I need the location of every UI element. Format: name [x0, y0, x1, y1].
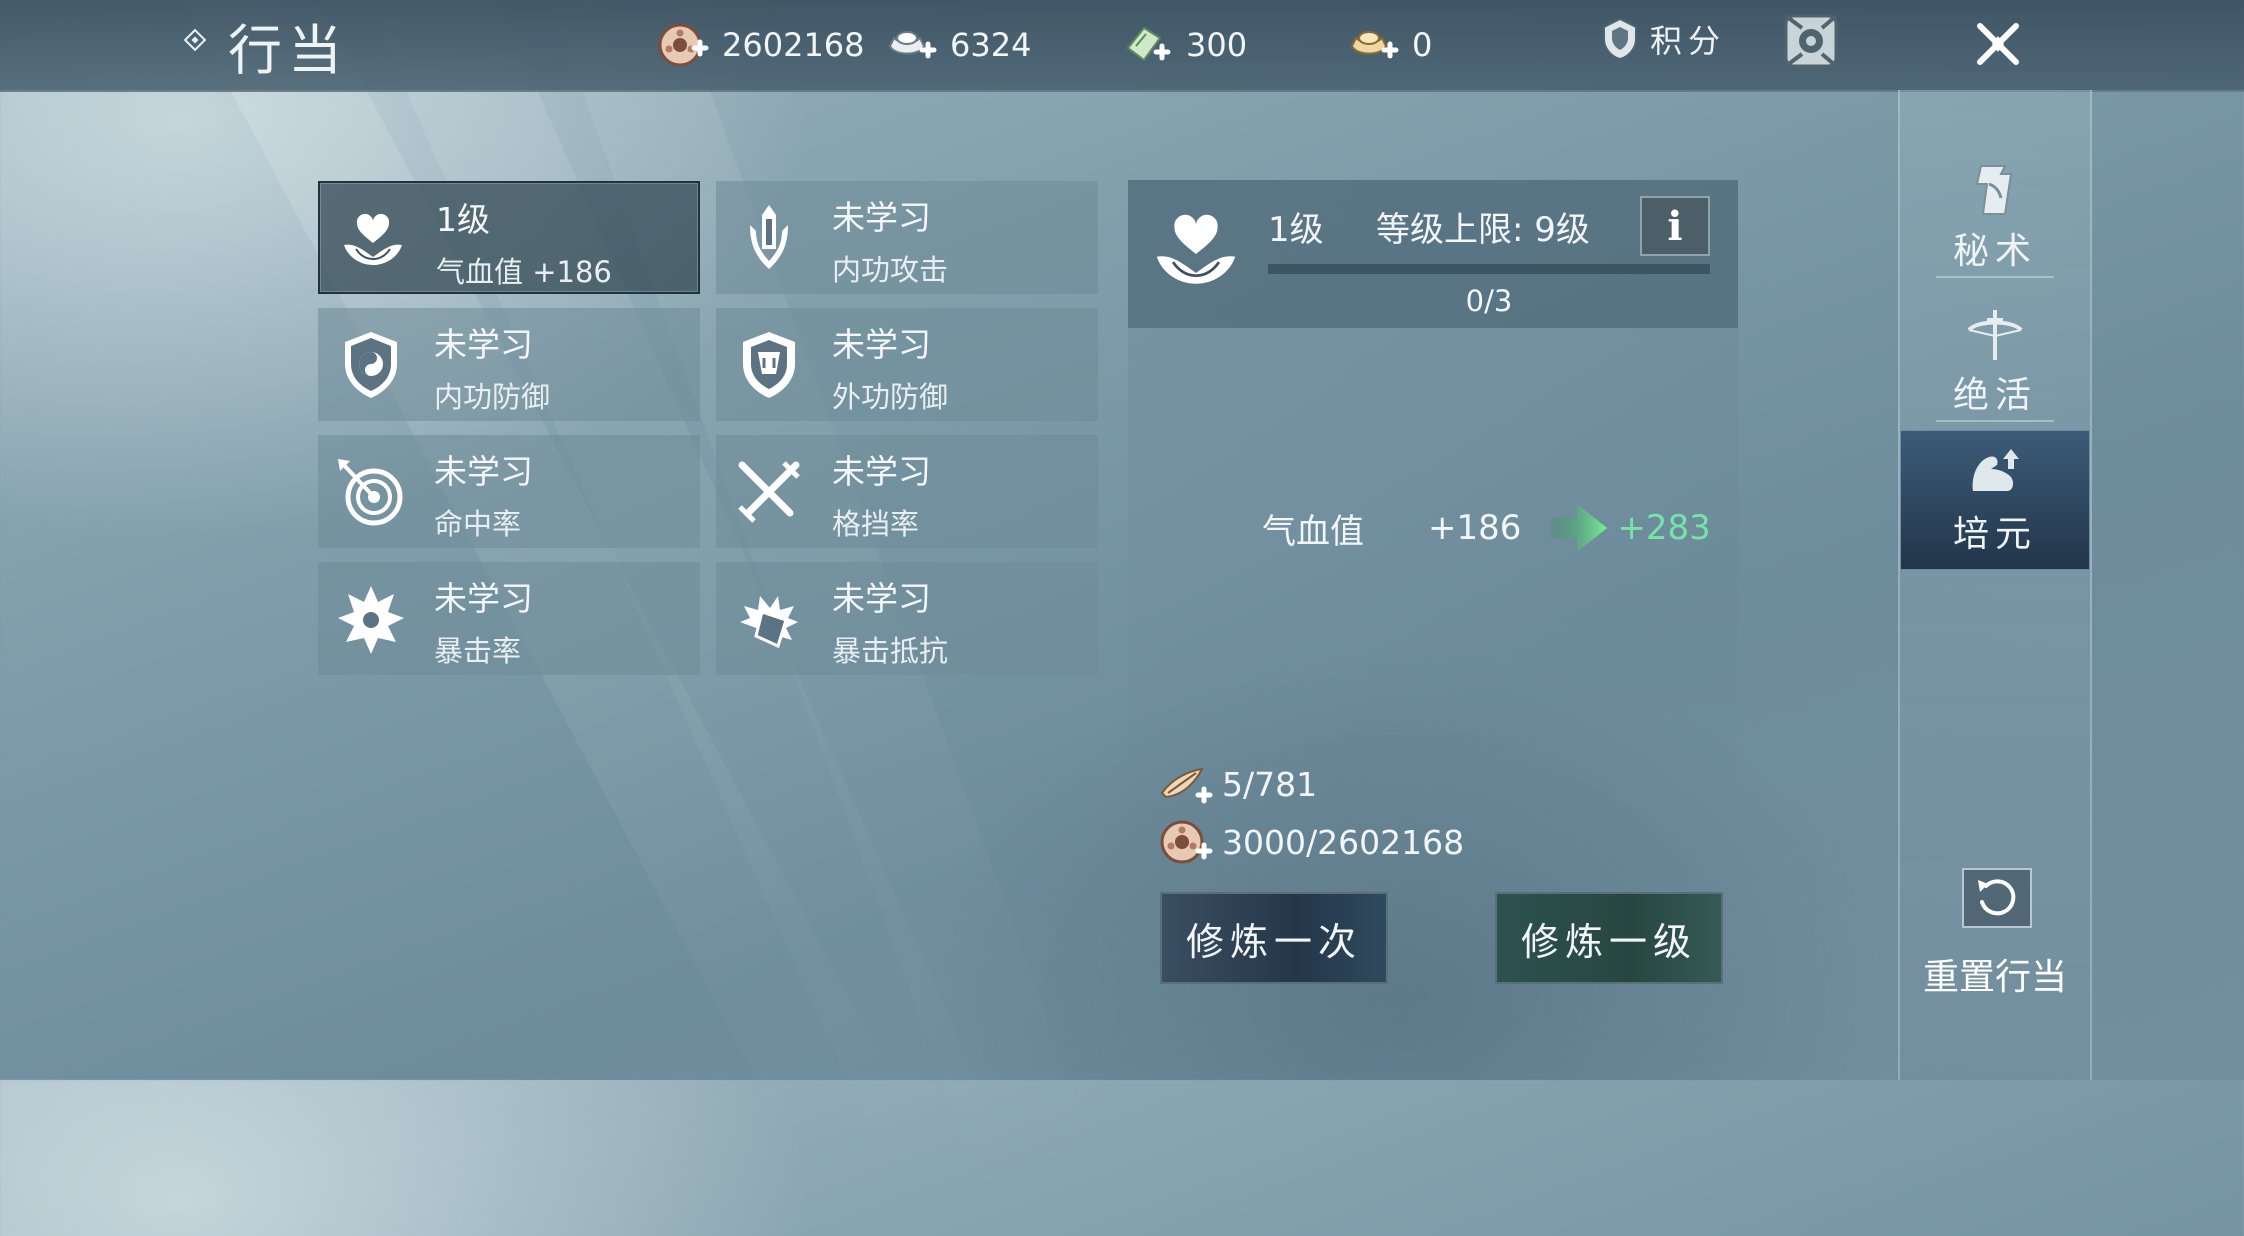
close-icon[interactable]: [1968, 14, 2028, 74]
yin-yang-shield-icon: [345, 332, 397, 398]
skill-status: 未学习: [434, 452, 533, 491]
skill-status: 未学习: [832, 325, 931, 364]
skill-card-block[interactable]: 未学习 格挡率: [716, 435, 1098, 548]
skill-name: 暴击率: [434, 634, 522, 668]
skill-card-crit-rate[interactable]: 未学习 暴击率: [318, 562, 700, 675]
diamond-icon: [184, 29, 206, 51]
currency-silver[interactable]: 6324: [884, 18, 1031, 72]
burst-icon: [338, 586, 404, 654]
skill-name: 气血值 +186: [436, 255, 612, 289]
skill-name: 暴击抵抗: [832, 634, 949, 668]
currency-gold[interactable]: 0: [1346, 18, 1432, 72]
detail-level-cap: 等级上限: 9级: [1376, 210, 1590, 250]
progress-text: 0/3: [1465, 284, 1513, 318]
divider: [1936, 276, 2054, 278]
lotus-heart-icon: [1156, 214, 1236, 284]
crossbow-icon: [1967, 310, 2023, 360]
stat-preview: 气血值 +186 +283: [1262, 498, 1711, 558]
stat-name: 气血值: [1262, 511, 1364, 552]
progress-bar: [1268, 264, 1710, 274]
skill-name: 内功攻击: [832, 253, 949, 287]
tab-label: 秘术: [1952, 231, 2037, 272]
skill-detail-panel: 1级 等级上限: 9级 i 0/3 气血值 +186 +283 5/781 30…: [1128, 180, 1738, 1005]
tab-cultivate[interactable]: 培元: [1900, 430, 2090, 570]
score-button[interactable]: 积分: [1600, 16, 1726, 62]
currency-value: 2602168: [722, 26, 865, 64]
reset-button[interactable]: [1962, 868, 2032, 928]
crossed-swords-icon: [738, 461, 800, 523]
currency-value: 300: [1186, 26, 1248, 64]
skill-card-hp[interactable]: 1级 气血值 +186: [318, 181, 700, 294]
muscle-arm-icon: [1972, 449, 2019, 491]
skill-name: 命中率: [434, 507, 522, 541]
skill-card-internal-attack[interactable]: 未学习 内功攻击: [716, 181, 1098, 294]
currency-value: 6324: [950, 26, 1032, 64]
cost-material: 5/781: [1158, 758, 1317, 810]
detail-header: 1级 等级上限: 9级 i 0/3: [1128, 180, 1738, 328]
score-label: 积分: [1650, 22, 1727, 60]
skill-status: 未学习: [832, 452, 931, 491]
beast-shield-icon: [743, 332, 795, 398]
cost-coin: 3000/2602168: [1158, 816, 1464, 868]
pinwheel-emblem-icon[interactable]: [1778, 8, 1844, 74]
skill-card-accuracy[interactable]: 未学习 命中率: [318, 435, 700, 548]
herb-material-icon: [1160, 767, 1213, 804]
cost-text: 3000/2602168: [1222, 822, 1465, 862]
skill-status: 未学习: [832, 198, 931, 237]
arrow-right-icon: [1551, 504, 1608, 552]
top-bar: 行当 2602168 6324 300 0 积分: [0, 0, 2244, 92]
tab-label: 培元: [1952, 514, 2037, 555]
shield-burst-icon: [740, 596, 798, 649]
skill-card-external-defense[interactable]: 未学习 外功防御: [716, 308, 1098, 421]
skill-card-internal-defense[interactable]: 未学习 内功防御: [318, 308, 700, 421]
skill-card-crit-resist[interactable]: 未学习 暴击抵抗: [716, 562, 1098, 675]
stat-next: +283: [1617, 508, 1711, 548]
page-title: 行当: [228, 19, 348, 82]
skill-name: 格挡率: [832, 507, 920, 541]
reset-icon: [1978, 879, 2016, 916]
skill-status: 未学习: [832, 579, 931, 618]
tab-special-skill[interactable]: 绝活: [1900, 292, 2090, 432]
copper-coin-icon: [1160, 820, 1213, 864]
skill-status: 1级: [436, 200, 490, 239]
divider: [1936, 420, 2054, 422]
badge-icon: [1603, 17, 1637, 61]
jade-ticket-icon: [1126, 26, 1171, 62]
stat-current: +186: [1428, 508, 1522, 548]
info-button[interactable]: i: [1640, 196, 1710, 256]
skill-name: 内功防御: [434, 380, 551, 414]
silver-ingot-icon: [888, 31, 937, 59]
scroll-icon: [1975, 165, 2013, 215]
skill-status: 未学习: [434, 325, 533, 364]
right-sidebar: 秘术 绝活 培元 重置行当: [1898, 90, 2092, 1080]
cost-text: 5/781: [1222, 764, 1318, 804]
copper-coin-icon: [658, 23, 709, 67]
gold-ingot-icon: [1350, 31, 1399, 59]
tab-label: 绝活: [1952, 375, 2037, 416]
lotus-heart-icon: [344, 213, 402, 265]
sword-emblem-icon: [750, 205, 788, 269]
reset-label[interactable]: 重置行当: [1900, 948, 2090, 1000]
train-once-button[interactable]: 修炼一次: [1160, 892, 1388, 984]
skill-name: 外功防御: [832, 380, 949, 414]
currency-value: 0: [1412, 26, 1433, 64]
target-arrow-icon: [338, 459, 403, 526]
skill-status: 未学习: [434, 579, 533, 618]
currency-copper[interactable]: 2602168: [656, 18, 865, 72]
info-icon: i: [1667, 202, 1683, 250]
train-level-button[interactable]: 修炼一级: [1495, 892, 1723, 984]
detail-level: 1级: [1268, 210, 1324, 250]
tab-secret-arts[interactable]: 秘术: [1900, 148, 2090, 288]
currency-jade-ticket[interactable]: 300: [1120, 18, 1247, 72]
